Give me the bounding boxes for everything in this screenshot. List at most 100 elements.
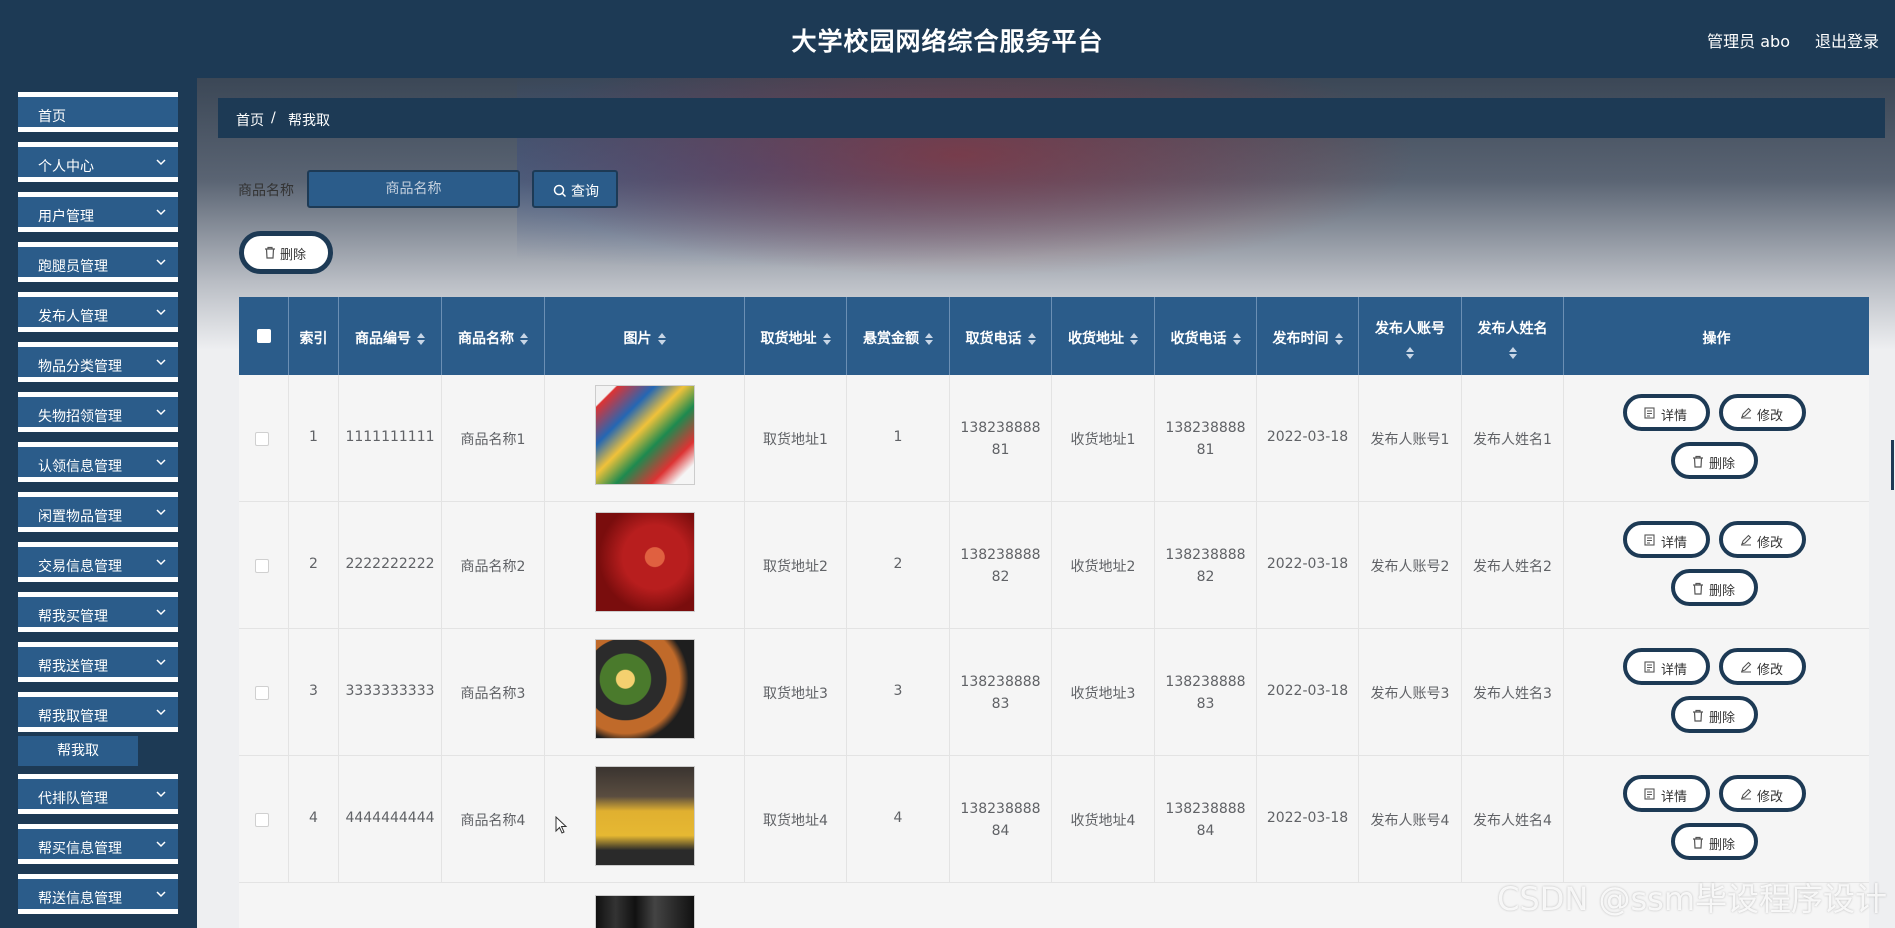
phone-part: 138238888 bbox=[1165, 674, 1246, 690]
delete-button[interactable]: 删除 bbox=[1671, 442, 1758, 479]
chevron-down-icon bbox=[156, 791, 166, 798]
phone-part: 81 bbox=[1196, 442, 1215, 458]
product-image bbox=[595, 512, 695, 612]
cell-text: 取货地址1 bbox=[763, 432, 828, 448]
sidebar-item-runner-management[interactable]: 跑腿员管理 bbox=[18, 242, 178, 282]
cell-recv-addr: 收货地址1 bbox=[1052, 375, 1155, 502]
phone-part: 84 bbox=[1196, 823, 1215, 839]
edit-button[interactable]: 修改 bbox=[1719, 648, 1806, 685]
phone-cell: 138238888 81 bbox=[950, 375, 1052, 502]
sidebar-item-label: 失物招领管理 bbox=[38, 409, 122, 425]
edit-icon bbox=[1741, 661, 1752, 673]
column-header[interactable]: 商品名称 bbox=[442, 297, 545, 375]
column-header[interactable]: 图片 bbox=[545, 297, 745, 375]
column-header[interactable]: 取货电话 bbox=[950, 297, 1052, 375]
search-label: 商品名称 bbox=[238, 183, 294, 199]
bulk-delete-label: 删除 bbox=[280, 248, 307, 263]
watermark-text: CSDN @ssm毕设程序设计 bbox=[1497, 880, 1887, 918]
phone-cell: 138238888 82 bbox=[950, 502, 1052, 629]
breadcrumb-home[interactable]: 首页 bbox=[236, 110, 264, 130]
cell-publisher: 发布人姓名2 bbox=[1462, 502, 1564, 629]
trash-icon bbox=[1693, 582, 1703, 595]
cell-text: 1111111111 bbox=[345, 429, 435, 445]
sort-icon bbox=[1508, 347, 1517, 359]
delete-button[interactable]: 删除 bbox=[1671, 696, 1758, 733]
column-header[interactable]: 收货地址 bbox=[1052, 297, 1155, 375]
edit-button[interactable]: 修改 bbox=[1719, 775, 1806, 812]
detail-button[interactable]: 详情 bbox=[1623, 775, 1710, 812]
row-checkbox[interactable] bbox=[255, 559, 269, 573]
row-checkbox[interactable] bbox=[255, 813, 269, 827]
sidebar-item-trade-info-management[interactable]: 交易信息管理 bbox=[18, 542, 178, 582]
phone-part: 138238888 bbox=[1165, 547, 1246, 563]
cell-text: 发布人姓名2 bbox=[1473, 559, 1552, 575]
actions-cell: 详情 修改删除 bbox=[1564, 629, 1869, 756]
sidebar-item-queue-management[interactable]: 代排队管理 bbox=[18, 774, 178, 814]
cell-text: 2 bbox=[309, 556, 318, 572]
cell-text: 商品名称4 bbox=[460, 813, 526, 829]
search-button[interactable]: 查询 bbox=[532, 170, 618, 208]
sidebar-item-idle-goods-management[interactable]: 闲置物品管理 bbox=[18, 492, 178, 532]
cell-text: 发布人账号1 bbox=[1370, 432, 1450, 448]
column-header[interactable]: 收货电话 bbox=[1155, 297, 1257, 375]
sidebar-item-help-buy-management[interactable]: 帮我买管理 bbox=[18, 592, 178, 632]
sidebar-item-claim-info-management[interactable]: 认领信息管理 bbox=[18, 442, 178, 482]
edit-button[interactable]: 修改 bbox=[1719, 394, 1806, 431]
edit-button-label: 修改 bbox=[1757, 536, 1784, 551]
delete-button[interactable]: 删除 bbox=[1671, 569, 1758, 606]
column-header[interactable]: 取货地址 bbox=[745, 297, 847, 375]
scrollbar-edge[interactable] bbox=[1891, 440, 1894, 490]
cell-text: 4 bbox=[893, 810, 903, 826]
sidebar: 首页 个人中心 用户管理 跑腿员管理 发布人管理 物品分类管理 失物招领管理 认… bbox=[0, 78, 197, 928]
edit-button[interactable]: 修改 bbox=[1719, 521, 1806, 558]
cell-code: 4444444444 bbox=[339, 756, 442, 883]
cell-text: 1 bbox=[893, 429, 903, 445]
detail-button[interactable]: 详情 bbox=[1623, 648, 1710, 685]
column-header[interactable]: 发布人账号 bbox=[1359, 297, 1462, 375]
trash-icon bbox=[1693, 709, 1703, 722]
cell-publisher: 发布人姓名3 bbox=[1462, 629, 1564, 756]
detail-button[interactable]: 详情 bbox=[1623, 521, 1710, 558]
cell-pickup-addr: 取货地址3 bbox=[745, 629, 847, 756]
image-cell bbox=[545, 756, 745, 883]
document-icon bbox=[1644, 788, 1655, 800]
phone-cell: 138238888 84 bbox=[1155, 756, 1257, 883]
cell-text: 2 bbox=[893, 556, 903, 572]
phone-part: 82 bbox=[1196, 569, 1215, 585]
sidebar-item-send-info-management[interactable]: 帮送信息管理 bbox=[18, 874, 178, 914]
cell-name: 商品名称1 bbox=[442, 375, 545, 502]
delete-button[interactable]: 删除 bbox=[1671, 823, 1758, 860]
cell-account: 发布人账号4 bbox=[1359, 756, 1462, 883]
sidebar-item-label: 个人中心 bbox=[38, 159, 94, 175]
column-header[interactable]: 商品编号 bbox=[339, 297, 442, 375]
column-header[interactable]: 悬赏金额 bbox=[847, 297, 950, 375]
sidebar-item-label: 帮我送管理 bbox=[38, 659, 108, 675]
column-header[interactable]: 发布时间 bbox=[1257, 297, 1359, 375]
sort-icon bbox=[1232, 333, 1241, 345]
logout-link[interactable]: 退出登录 bbox=[1815, 28, 1879, 52]
search-input[interactable] bbox=[307, 170, 520, 208]
detail-button[interactable]: 详情 bbox=[1623, 394, 1710, 431]
sidebar-item-publisher-management[interactable]: 发布人管理 bbox=[18, 292, 178, 332]
sidebar-item-help-send-management[interactable]: 帮我送管理 bbox=[18, 642, 178, 682]
column-header[interactable]: 发布人姓名 bbox=[1462, 297, 1564, 375]
product-image bbox=[595, 895, 695, 928]
chevron-down-icon bbox=[156, 309, 166, 316]
sidebar-item-buy-info-management[interactable]: 帮买信息管理 bbox=[18, 824, 178, 864]
chevron-down-icon bbox=[156, 459, 166, 466]
phone-part: 84 bbox=[991, 823, 1010, 839]
row-checkbox[interactable] bbox=[255, 686, 269, 700]
sidebar-item-help-pickup-management[interactable]: 帮我取管理 bbox=[18, 692, 178, 732]
image-cell bbox=[545, 629, 745, 756]
sidebar-item-lost-found-management[interactable]: 失物招领管理 bbox=[18, 392, 178, 432]
phone-part: 81 bbox=[991, 442, 1010, 458]
sidebar-item-personal-center[interactable]: 个人中心 bbox=[18, 142, 178, 182]
sidebar-item-category-management[interactable]: 物品分类管理 bbox=[18, 342, 178, 382]
sidebar-item-home[interactable]: 首页 bbox=[18, 92, 178, 132]
bulk-delete-button[interactable]: 删除 bbox=[239, 231, 333, 274]
row-checkbox[interactable] bbox=[255, 432, 269, 446]
cell-text: 发布人姓名1 bbox=[1473, 432, 1552, 448]
sidebar-subitem-help-pickup[interactable]: 帮我取 bbox=[18, 736, 138, 766]
sidebar-item-user-management[interactable]: 用户管理 bbox=[18, 192, 178, 232]
select-all-checkbox[interactable] bbox=[257, 329, 271, 343]
